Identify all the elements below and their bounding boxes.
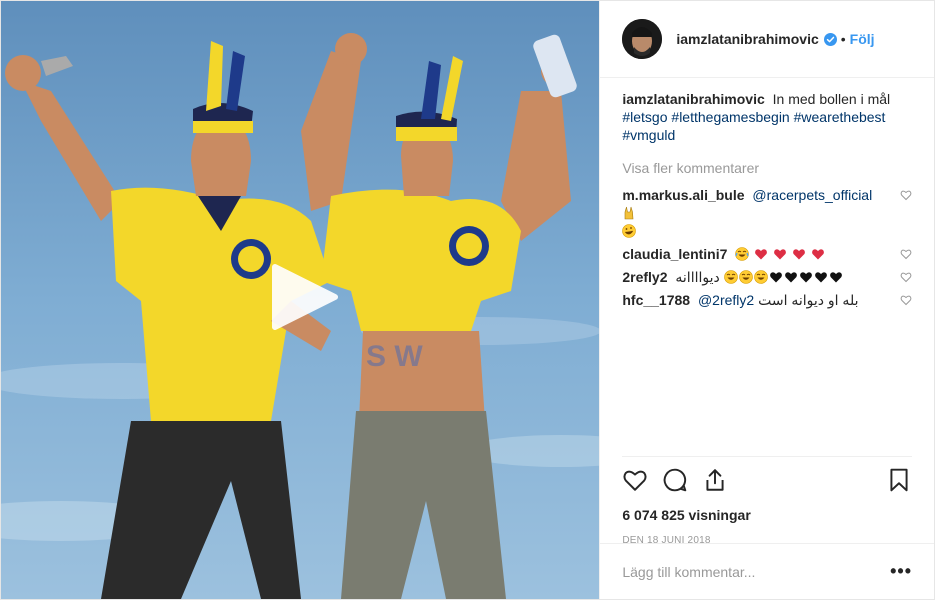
comment-item: hfc__1788 @2refly2 بله او دیوانه است bbox=[622, 291, 912, 309]
black-heart-emoji-icon bbox=[814, 272, 827, 283]
author-username[interactable]: iamzlatanibrahimovic bbox=[676, 31, 818, 47]
black-heart-emoji-icon bbox=[799, 272, 812, 283]
like-comment-heart-icon[interactable] bbox=[900, 294, 912, 306]
comment-username[interactable]: claudia_lentini7 bbox=[622, 246, 727, 262]
load-more-comments[interactable]: Visa fler kommentarer bbox=[622, 160, 912, 176]
play-icon[interactable] bbox=[271, 263, 339, 331]
avatar[interactable] bbox=[622, 19, 663, 59]
comment-item: m.markus.ali_bule @racerpets_official bbox=[622, 186, 912, 240]
comment-item: 2refly2 دیواااانه bbox=[622, 268, 912, 286]
hashtag-link[interactable]: #letsgo bbox=[622, 109, 667, 125]
comment-username[interactable]: m.markus.ali_bule bbox=[622, 187, 744, 203]
joy-emoji-icon bbox=[735, 247, 750, 261]
svg-text:S W: S W bbox=[366, 340, 423, 373]
hashtag-link[interactable]: #vmguld bbox=[622, 127, 675, 143]
action-bar bbox=[622, 465, 912, 495]
share-upload-icon[interactable] bbox=[702, 467, 728, 493]
black-heart-emoji-icon bbox=[769, 272, 782, 283]
comment-username[interactable]: hfc__1788 bbox=[622, 292, 690, 308]
like-comment-heart-icon[interactable] bbox=[900, 271, 912, 283]
two-hearts-emoji-icon bbox=[774, 249, 786, 260]
more-options-button[interactable]: ••• bbox=[890, 561, 912, 582]
view-count[interactable]: 6 074 825 visningar bbox=[622, 507, 912, 523]
follow-button[interactable]: Följ bbox=[850, 31, 875, 47]
comment-username[interactable]: 2refly2 bbox=[622, 269, 667, 285]
comment-list: iamzlatanibrahimovic In med bollen i mål… bbox=[600, 78, 934, 456]
horns-emoji-icon bbox=[625, 206, 634, 220]
comment-item: claudia_lentini7 bbox=[622, 245, 912, 263]
add-comment-bar: ••• bbox=[600, 543, 934, 599]
comment-text: دیواااانه bbox=[675, 269, 720, 285]
two-hearts-emoji-icon bbox=[793, 249, 805, 260]
hashtag-link[interactable]: #letthegamesbegin bbox=[671, 109, 789, 125]
black-heart-emoji-icon bbox=[784, 272, 797, 283]
post-header: iamzlatanibrahimovic • Följ bbox=[600, 1, 934, 78]
caption-username[interactable]: iamzlatanibrahimovic bbox=[622, 91, 764, 107]
post-caption: iamzlatanibrahimovic In med bollen i mål… bbox=[622, 90, 912, 144]
instagram-post: S W iamzlatanibrahimovic • Följ iamzlata… bbox=[0, 0, 935, 600]
caption-text: In med bollen i mål bbox=[772, 91, 891, 107]
comment-mention[interactable]: @racerpets_official bbox=[752, 187, 872, 203]
joy-emoji-icon bbox=[753, 270, 768, 284]
avatar-image bbox=[622, 19, 663, 59]
comment-mention[interactable]: @2refly2 bbox=[698, 292, 754, 308]
header-separator: • bbox=[840, 31, 846, 47]
joy-emoji-icon bbox=[723, 270, 738, 284]
like-heart-icon[interactable] bbox=[622, 467, 648, 493]
comment-input[interactable] bbox=[622, 563, 891, 580]
two-hearts-emoji-icon bbox=[811, 249, 824, 260]
post-sidebar: iamzlatanibrahimovic • Följ iamzlatanibr… bbox=[599, 1, 934, 599]
comment-bubble-icon[interactable] bbox=[662, 467, 688, 493]
rofl-emoji-icon bbox=[622, 224, 637, 238]
two-hearts-emoji-icon bbox=[755, 249, 768, 260]
hashtag-link[interactable]: #wearethebest bbox=[794, 109, 886, 125]
post-actions: 6 074 825 visningar DEN 18 JUNI 2018 bbox=[622, 456, 912, 546]
black-heart-emoji-icon bbox=[829, 272, 842, 283]
like-comment-heart-icon[interactable] bbox=[900, 248, 912, 260]
comment-text: بله او دیوانه است bbox=[758, 292, 859, 308]
save-bookmark-icon[interactable] bbox=[886, 467, 912, 493]
verified-badge-icon bbox=[823, 32, 837, 46]
joy-emoji-icon bbox=[738, 270, 753, 284]
like-comment-heart-icon[interactable] bbox=[900, 189, 912, 201]
post-video[interactable]: S W bbox=[1, 1, 600, 599]
